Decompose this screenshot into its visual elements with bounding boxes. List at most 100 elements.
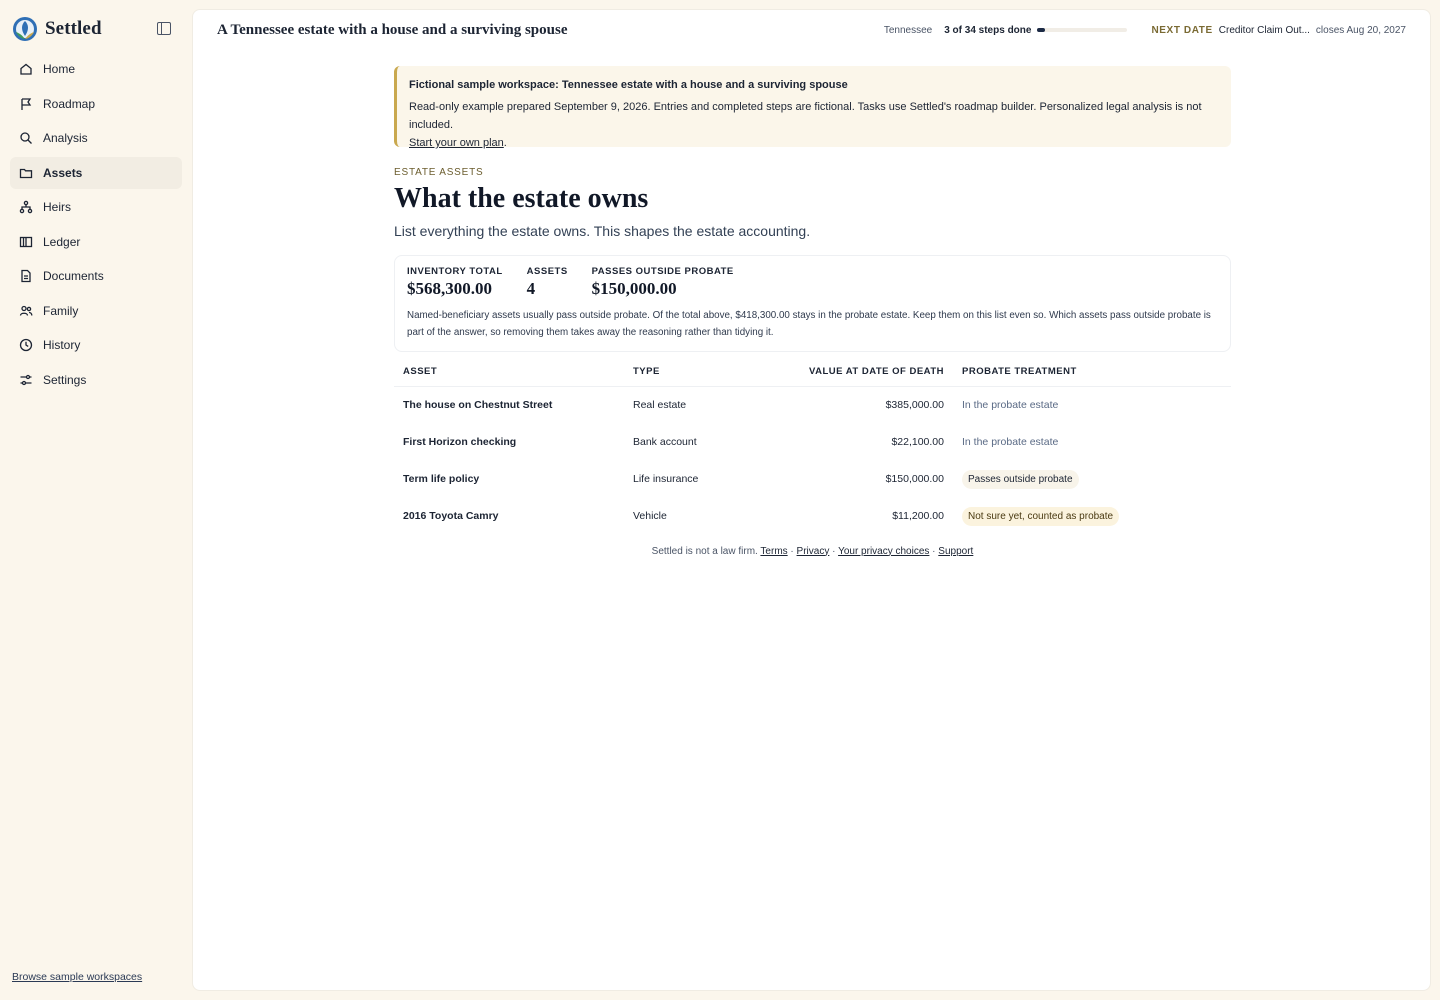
workspace-title: A Tennessee estate with a house and a su… [217,21,568,38]
brand-name: Settled [45,18,102,39]
sidebar-item-history[interactable]: History [10,329,182,361]
stat-label: PASSES OUTSIDE PROBATE [591,266,734,277]
next-date-close: closes Aug 20, 2027 [1315,24,1406,36]
table-header-row: ASSET TYPE VALUE AT DATE OF DEATH PROBAT… [394,360,1231,387]
privacy-choices-link[interactable]: Your privacy choices [838,546,929,557]
sidebar-item-label: Family [43,303,79,318]
sidebar-item-roadmap[interactable]: Roadmap [10,88,182,120]
sidebar-item-label: Assets [43,165,83,180]
stat-inventory-total: INVENTORY TOTAL $568,300.00 [407,266,503,299]
next-date-name[interactable]: Creditor Claim Out... [1219,25,1310,36]
banner-link-suffix: . [503,137,507,149]
flag-icon [19,97,33,111]
asset-type: Life insurance [633,473,699,485]
sidebar-item-label: Roadmap [43,96,96,111]
asset-value: $22,100.00 [891,436,944,448]
asset-name[interactable]: 2016 Toyota Camry [394,498,624,535]
stat-label: ASSETS [526,266,568,277]
sidebar-item-home[interactable]: Home [10,53,182,85]
terms-link[interactable]: Terms [760,546,787,557]
probate-treatment: In the probate estate [962,436,1059,448]
probate-status-badge: Not sure yet, counted as probate [962,506,1120,526]
sidebar-nav: Home Roadmap Analysis Assets Heirs Ledge… [10,53,182,398]
banner-body: Read-only example prepared September 9, … [409,98,1217,152]
document-icon [19,269,33,283]
sidebar-toggle-icon[interactable] [157,22,171,35]
hierarchy-icon [19,200,33,214]
page-subtitle: List everything the estate owns. This sh… [394,223,811,239]
probate-treatment-cell: Not sure yet, counted as probate [953,498,1231,535]
state-label: Tennessee [883,24,933,36]
start-own-plan-link[interactable]: Start your own plan [409,137,504,149]
sidebar-item-family[interactable]: Family [10,295,182,327]
steps-progress-bar [1037,28,1128,32]
sample-workspace-banner: Fictional sample workspace: Tennessee es… [394,66,1231,149]
column-header-asset: ASSET [394,360,624,387]
probate-note: Named-beneficiary assets usually pass ou… [407,310,1211,338]
sidebar-item-analysis[interactable]: Analysis [10,122,182,154]
sidebar-item-label: Home [43,62,76,76]
stat-label: INVENTORY TOTAL [407,266,503,277]
asset-name[interactable]: First Horizon checking [394,424,624,461]
search-icon [19,131,33,145]
banner-text: Read-only example prepared September 9, … [409,101,1202,131]
steps-progress-fill [1037,28,1046,32]
stat-value: $568,300.00 [407,279,492,298]
asset-name[interactable]: The house on Chestnut Street [394,387,624,424]
banner-title: Fictional sample workspace: Tennessee es… [409,79,848,91]
column-header-type: TYPE [624,360,744,387]
stat-outside-probate: PASSES OUTSIDE PROBATE $150,000.00 [592,266,734,299]
browse-sample-workspaces-link[interactable]: Browse sample workspaces [12,971,142,983]
inventory-summary-card: INVENTORY TOTAL $568,300.00 ASSETS 4 PAS… [394,255,1231,352]
asset-type: Vehicle [633,510,667,522]
asset-name[interactable]: Term life policy [394,461,624,498]
sidebar-item-label: Settings [43,372,87,387]
probate-treatment: In the probate estate [962,399,1059,412]
sidebar-item-heirs[interactable]: Heirs [10,191,182,223]
sidebar-item-label: Documents [43,269,104,283]
asset-type: Real estate [633,399,687,412]
asset-type: Bank account [633,436,697,448]
probate-treatment-cell: Passes outside probate [953,461,1231,498]
sidebar-item-settings[interactable]: Settings [10,364,182,396]
stats-row: INVENTORY TOTAL $568,300.00 ASSETS 4 PAS… [407,266,1218,299]
workspace-header: A Tennessee estate with a house and a su… [217,20,1406,40]
asset-value: $150,000.00 [885,473,944,485]
assets-content: Fictional sample workspace: Tennessee es… [394,66,1231,557]
table-row[interactable]: 2016 Toyota Camry Vehicle $11,200.00 Not… [394,498,1231,535]
page-title: What the estate owns [394,183,649,214]
steps-count[interactable]: 3 of 34 steps done [944,25,1031,36]
sliders-icon [19,373,33,387]
sidebar-item-assets[interactable]: Assets [10,156,182,189]
table-row[interactable]: First Horizon checking Bank account $22,… [394,424,1231,461]
book-icon [19,235,33,249]
folder-icon [19,166,33,180]
table-row[interactable]: Term life policy Life insurance $150,000… [394,461,1231,498]
sidebar-item-label: Analysis [43,131,88,145]
privacy-link[interactable]: Privacy [797,546,830,557]
support-link[interactable]: Support [938,546,973,557]
brand[interactable]: Settled [12,16,102,42]
column-header-value: VALUE AT DATE OF DEATH [744,360,953,387]
page-eyebrow: ESTATE ASSETS [394,167,484,178]
sidebar-item-ledger[interactable]: Ledger [10,226,182,258]
sidebar-item-label: Ledger [43,234,81,249]
stat-assets-count: ASSETS 4 [527,266,568,299]
stat-value: $150,000.00 [591,279,677,298]
assets-table: ASSET TYPE VALUE AT DATE OF DEATH PROBAT… [394,360,1231,535]
table-row[interactable]: The house on Chestnut Street Real estate… [394,387,1231,424]
asset-value: $11,200.00 [892,510,944,522]
probate-status-badge: Passes outside probate [962,469,1079,489]
home-icon [19,62,33,76]
people-icon [19,304,33,318]
sidebar: Settled Home Roadmap Analysis Assets Hei… [0,0,192,1000]
footer-disclaimer: Settled is not a law firm. [651,545,758,557]
clock-icon [19,338,33,352]
settled-logo-icon [13,17,37,41]
workspace-status: Tennessee 3 of 34 steps done NEXT DATE C… [884,25,1406,36]
sidebar-item-documents[interactable]: Documents [10,260,182,292]
main-panel: A Tennessee estate with a house and a su… [192,9,1431,991]
stat-value: 4 [526,279,536,298]
sidebar-item-label: History [43,338,81,352]
column-header-treatment: PROBATE TREATMENT [953,360,1231,387]
